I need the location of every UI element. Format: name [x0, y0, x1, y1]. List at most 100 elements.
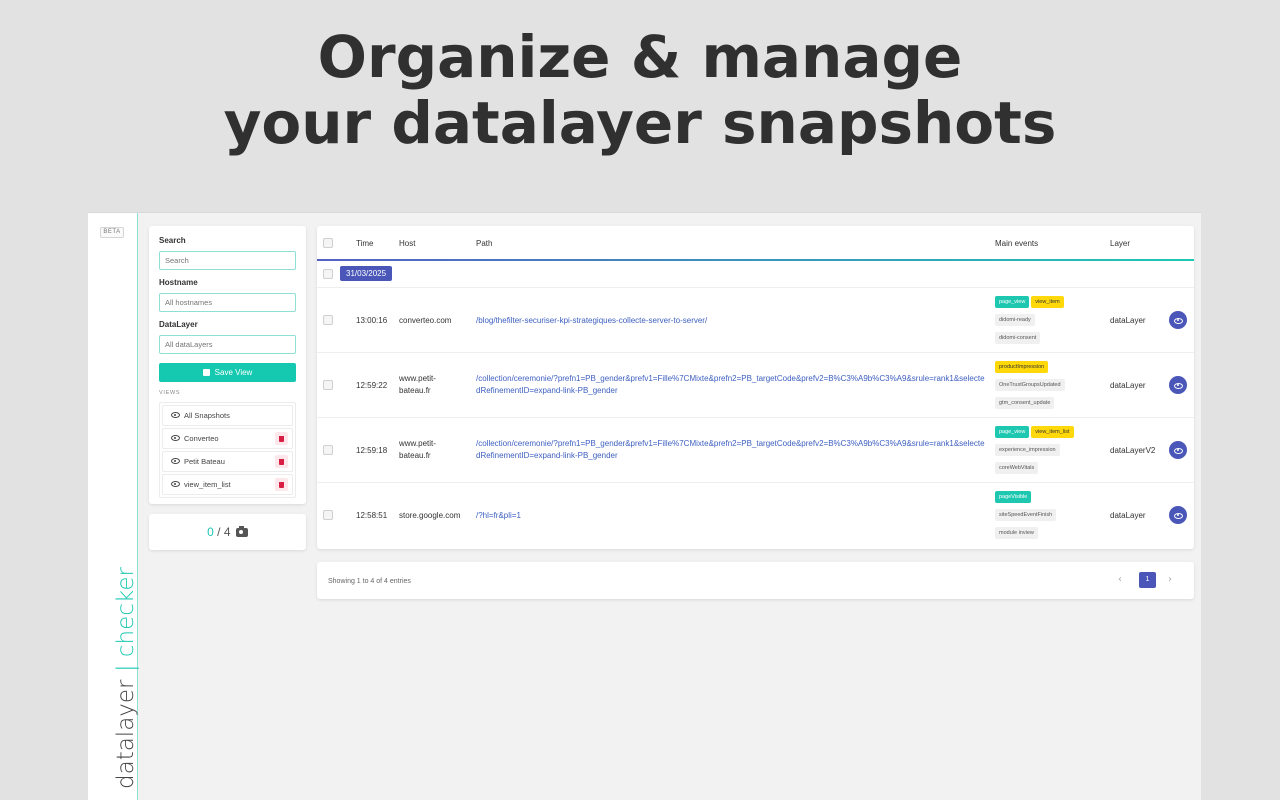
header-layer: Layer	[1110, 239, 1131, 248]
row-path-link[interactable]: /blog/thefilter-securiser-kpi-strategiqu…	[476, 315, 986, 327]
date-group-row: 31/03/2025	[317, 261, 1194, 288]
event-tag: view_item_list	[1031, 426, 1074, 438]
row-path-link[interactable]: /collection/ceremonie/?prefn1=PB_gender&…	[476, 373, 986, 397]
event-tag: didomi-consent	[995, 332, 1041, 344]
datalayer-label: DataLayer	[159, 320, 198, 329]
camera-icon[interactable]	[235, 525, 248, 537]
headline-line-1: Organize & manage	[317, 23, 963, 91]
save-view-button[interactable]: Save View	[159, 363, 296, 382]
event-tag: page_view	[995, 426, 1030, 438]
event-tag: experience_impression	[995, 444, 1060, 456]
event-tag: OneTrustGroupsUpdated	[995, 379, 1065, 391]
prev-page-icon[interactable]: ‹	[1118, 574, 1122, 585]
delete-icon[interactable]	[275, 432, 288, 445]
row-path-link[interactable]: /collection/ceremonie/?prefn1=PB_gender&…	[476, 438, 986, 462]
table-row[interactable]: 12:58:51 store.google.com /?hl=fr&pli=1 pag…	[317, 483, 1194, 548]
brand-separator: |	[113, 664, 139, 673]
next-page-icon[interactable]: ›	[1168, 574, 1172, 585]
headline: Organize & manage your datalayer snapsho…	[0, 24, 1280, 156]
search-label: Search	[159, 236, 186, 245]
row-events: page_view view_item_list experience_impres…	[995, 426, 1105, 480]
headline-line-2: your datalayer snapshots	[223, 89, 1057, 157]
event-tag: pageVisible	[995, 491, 1032, 503]
view-item[interactable]: view_item_list	[162, 474, 293, 495]
event-tag: productImpression	[995, 361, 1049, 373]
view-snapshot-button[interactable]	[1169, 506, 1187, 524]
row-host: www.petit-bateau.fr	[399, 439, 436, 460]
select-all-checkbox[interactable]	[323, 238, 333, 248]
header-host: Host	[399, 239, 416, 248]
table-row[interactable]: 12:59:22 www.petit-bateau.fr/collection/c…	[317, 353, 1194, 418]
counter-separator: /	[213, 525, 224, 539]
header-main-events: Main events	[995, 239, 1039, 248]
event-tag: view_item	[1031, 296, 1064, 308]
view-item[interactable]: Petit Bateau	[162, 451, 293, 472]
views-label: VIEWS	[159, 390, 181, 396]
save-view-label: Save View	[214, 368, 253, 377]
snapshots-table: Time Host Path Main events Layer 31/03/2…	[317, 226, 1194, 549]
hostname-label: Hostname	[159, 278, 198, 287]
view-item-label: view_item_list	[184, 480, 231, 489]
search-input[interactable]	[159, 251, 296, 270]
view-snapshot-button[interactable]	[1169, 441, 1187, 459]
table-footer: Showing 1 to 4 of 4 entries ‹ 1 ›	[317, 562, 1194, 599]
save-icon	[202, 368, 210, 376]
views-list: All Snapshots Converteo Petit Bateau view_i…	[159, 402, 296, 498]
row-checkbox[interactable]	[323, 315, 333, 325]
row-layer: dataLayer	[1110, 511, 1146, 520]
table-header: Time Host Path Main events Layer	[317, 226, 1194, 261]
header-time: Time	[356, 239, 374, 248]
eye-icon	[171, 412, 180, 418]
row-layer: dataLayer	[1110, 316, 1146, 325]
row-checkbox[interactable]	[323, 510, 333, 520]
table-row[interactable]: 12:59:18 www.petit-bateau.fr/collection/c…	[317, 418, 1194, 483]
entries-info: Showing 1 to 4 of 4 entries	[328, 578, 411, 585]
row-time: 13:00:16	[356, 316, 388, 325]
row-layer: dataLayerV2	[1110, 446, 1156, 455]
date-badge: 31/03/2025	[340, 266, 393, 281]
counter-total: 4	[223, 525, 231, 539]
eye-icon	[171, 435, 180, 441]
view-item-label: All Snapshots	[184, 411, 230, 420]
datalayer-input[interactable]	[159, 335, 296, 354]
eye-icon	[171, 458, 180, 464]
event-tag: siteSpeedEventFinish	[995, 509, 1057, 521]
view-item-label: Converteo	[184, 434, 219, 443]
brand-part-2: checker	[113, 566, 139, 658]
row-checkbox[interactable]	[323, 445, 333, 455]
row-events: page_view view_item didomi-ready didomi-con…	[995, 296, 1105, 350]
row-events: pageVisible siteSpeedEventFinish module in…	[995, 491, 1105, 545]
view-item[interactable]: All Snapshots	[162, 405, 293, 426]
view-item[interactable]: Converteo	[162, 428, 293, 449]
delete-icon[interactable]	[275, 455, 288, 468]
pagination: ‹ 1 ›	[1118, 572, 1178, 588]
row-time: 12:58:51	[356, 511, 388, 520]
filters-panel: Search Hostname DataLayer Save View VIEW…	[149, 226, 306, 504]
row-host: converteo.com	[399, 316, 452, 325]
event-tag: coreWebVitals	[995, 462, 1039, 474]
event-tag: page_view	[995, 296, 1030, 308]
hostname-input[interactable]	[159, 293, 296, 312]
row-time: 12:59:18	[356, 446, 388, 455]
brand-logo: datalayer | checker	[113, 567, 139, 789]
row-time: 12:59:22	[356, 381, 388, 390]
event-tag: module inview	[995, 527, 1038, 539]
snapshot-counter: 0 / 4	[149, 514, 306, 550]
row-path-link[interactable]: /?hl=fr&pli=1	[476, 510, 986, 522]
row-layer: dataLayer	[1110, 381, 1146, 390]
row-checkbox[interactable]	[323, 380, 333, 390]
table-body: 13:00:16 converteo.com/blog/thefilter-sec…	[317, 288, 1194, 548]
view-item-label: Petit Bateau	[184, 457, 225, 466]
event-tag: didomi-ready	[995, 314, 1035, 326]
view-snapshot-button[interactable]	[1169, 311, 1187, 329]
brand-part-1: datalayer	[113, 679, 139, 789]
page-1-button[interactable]: 1	[1139, 572, 1156, 588]
row-events: productImpression OneTrustGroupsUpdated gt…	[995, 361, 1105, 415]
row-host: store.google.com	[399, 511, 461, 520]
view-snapshot-button[interactable]	[1169, 376, 1187, 394]
date-group-checkbox[interactable]	[323, 269, 333, 279]
table-row[interactable]: 13:00:16 converteo.com/blog/thefilter-sec…	[317, 288, 1194, 353]
event-tag: gtm_consent_update	[995, 397, 1055, 409]
delete-icon[interactable]	[275, 478, 288, 491]
row-host: www.petit-bateau.fr	[399, 374, 436, 395]
